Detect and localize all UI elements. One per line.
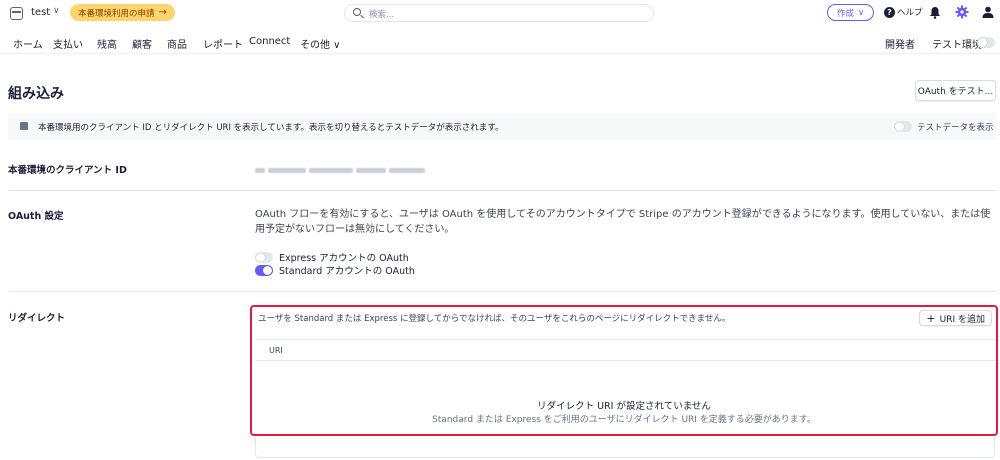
client-id-label: 本番環境のクライアント ID: [8, 165, 127, 176]
express-oauth-option[interactable]: Express アカウントの OAuth: [255, 250, 409, 264]
uri-column-header: URI: [269, 346, 283, 355]
standard-oauth-label: Standard アカウントの OAuth: [279, 266, 415, 277]
page-title: 組み込み: [8, 86, 64, 102]
standard-oauth-option[interactable]: Standard アカウントの OAuth: [255, 263, 415, 277]
gear-icon[interactable]: [955, 5, 969, 19]
nav-item-connect[interactable]: Connect: [249, 36, 290, 47]
add-uri-label: URI を追加: [939, 314, 985, 325]
empty-state-title: リダイレクト URI が設定されていません: [537, 401, 711, 412]
search-placeholder: 検索...: [369, 10, 395, 20]
express-oauth-label: Express アカウントの OAuth: [279, 253, 409, 264]
test-oauth-button[interactable]: OAuth をテスト...: [915, 80, 996, 101]
add-uri-button[interactable]: + URI を追加: [919, 310, 992, 326]
plus-icon: +: [926, 311, 936, 325]
help-button[interactable]: ? ヘルプ: [884, 6, 923, 18]
test-mode-toggle[interactable]: [977, 37, 995, 48]
nav-item-payments[interactable]: 支払い: [53, 36, 83, 51]
redirect-label: リダイレクト: [8, 313, 66, 324]
view-test-data-label: テストデータを表示: [917, 123, 994, 133]
redirect-card-footer: [255, 436, 995, 458]
info-banner: 本番環境用のクライアント ID とリダイレクト URI を表示しています。表示を…: [8, 113, 996, 140]
test-mode-label: テスト環境: [932, 40, 982, 51]
divider: [8, 190, 996, 191]
create-button[interactable]: 作成 ∨: [827, 4, 875, 21]
create-label: 作成: [837, 8, 855, 19]
account-icon[interactable]: [10, 7, 23, 20]
activate-live-button[interactable]: 本番環境利用の申請 →: [70, 4, 175, 21]
standard-oauth-toggle[interactable]: [255, 264, 273, 276]
uri-table-header: URI: [255, 339, 995, 361]
oauth-settings-label: OAuth 設定: [8, 211, 64, 222]
redirect-uri-card: ユーザを Standard または Express に登録してからでなければ、そ…: [250, 305, 998, 436]
view-test-data-toggle[interactable]: [894, 121, 912, 132]
banner-text: 本番環境用のクライアント ID とリダイレクト URI を表示しています。表示を…: [38, 123, 504, 133]
account-name[interactable]: test: [31, 7, 50, 18]
divider: [8, 291, 996, 292]
top-bar: test ∨ 本番環境利用の申請 → 検索... 作成 ∨ ? ヘルプ: [0, 0, 1000, 28]
help-label: ヘルプ: [897, 8, 923, 18]
main-nav: ホーム 支払い 残高 顧客 商品 レポート Connect その他 ∨ 開発者 …: [0, 30, 1000, 54]
express-oauth-toggle[interactable]: [255, 251, 273, 263]
user-icon[interactable]: [982, 6, 994, 18]
empty-state-subtitle: Standard または Express をご利用のユーザにリダイレクト URI…: [432, 415, 816, 425]
chevron-down-icon: ∨: [858, 7, 865, 18]
chevron-down-icon[interactable]: ∨: [53, 6, 60, 16]
nav-item-customers[interactable]: 顧客: [132, 36, 152, 51]
client-id-value: [255, 165, 431, 173]
search-icon: [353, 8, 361, 16]
nav-item-reports[interactable]: レポート: [203, 36, 243, 51]
nav-item-products[interactable]: 商品: [167, 36, 187, 51]
oauth-settings-description: OAuth フローを有効にすると、ユーザは OAuth を使用してそのアカウント…: [255, 209, 991, 235]
arrow-right-icon: →: [158, 7, 167, 18]
activate-live-label: 本番環境利用の申請: [78, 8, 155, 19]
redirect-description: ユーザを Standard または Express に登録してからでなければ、そ…: [258, 314, 731, 324]
help-icon: ?: [884, 6, 895, 18]
bell-icon[interactable]: [929, 6, 941, 19]
nav-item-home[interactable]: ホーム: [13, 36, 43, 51]
search-input[interactable]: 検索...: [344, 4, 654, 22]
nav-item-balances[interactable]: 残高: [97, 36, 117, 51]
info-icon: [20, 122, 28, 130]
nav-item-more[interactable]: その他 ∨: [300, 36, 341, 51]
developers-link[interactable]: 開発者: [885, 36, 915, 51]
